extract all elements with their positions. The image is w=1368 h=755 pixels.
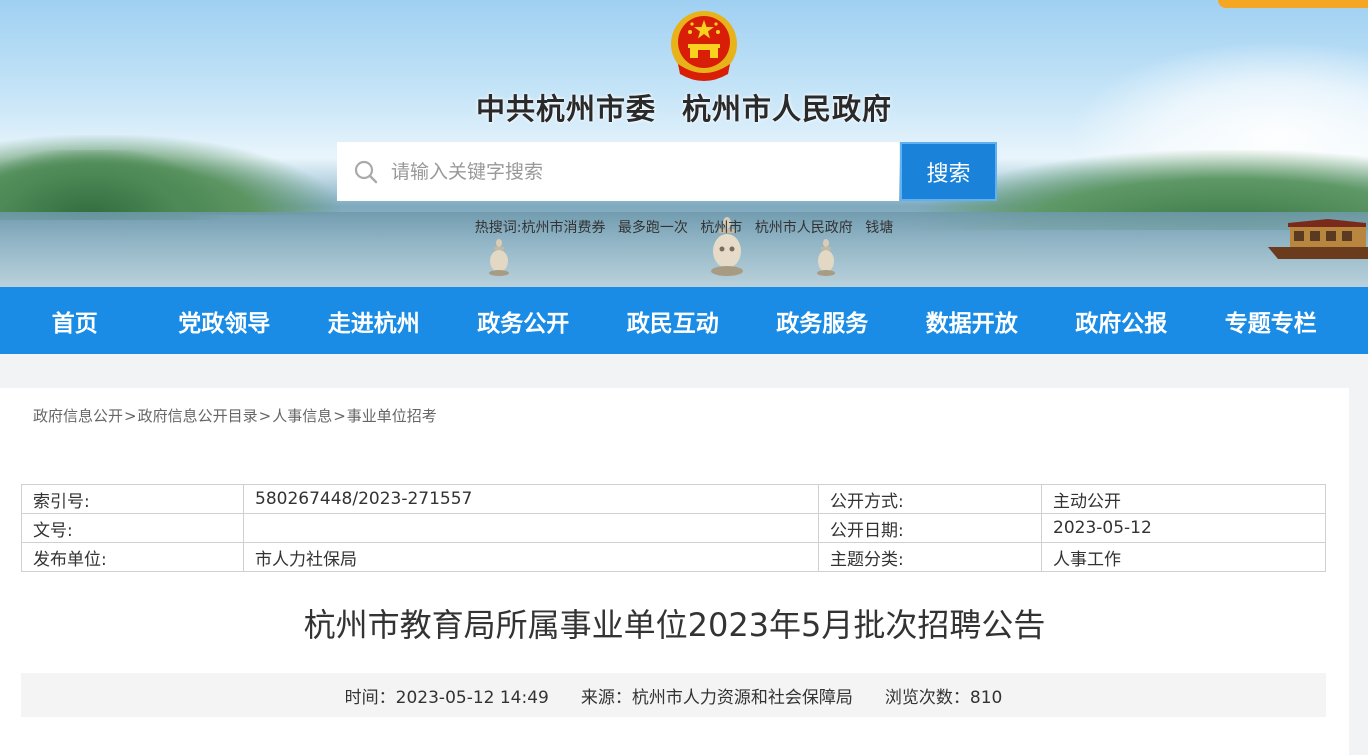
meta-label: 索引号: [21, 484, 244, 514]
top-right-tab[interactable] [1218, 0, 1368, 8]
breadcrumb-link[interactable]: 人事信息 [272, 407, 332, 425]
nav-item-leadership[interactable]: 党政领导 [150, 304, 300, 338]
stone-pagoda-icon [817, 239, 835, 276]
article-title: 杭州市教育局所属事业单位2023年5月批次招聘公告 [303, 606, 1046, 644]
article-info-bar: 时间：2023-05-12 14:49 来源：杭州市人力资源和社会保障局 浏览次… [21, 673, 1326, 717]
search-box [337, 142, 899, 201]
meta-label: 文号: [21, 513, 244, 543]
hot-words: 热搜词:杭州市消费券 最多跑一次 杭州市 杭州市人民政府 钱塘 [0, 217, 1368, 237]
stone-pagoda-icon [489, 239, 509, 276]
document-meta-table: 索引号: 580267448/2023-271557 公开方式: 主动公开 文号… [21, 484, 1326, 572]
meta-value: 市人力社保局 [243, 542, 819, 572]
header-banner: 中共杭州市委杭州市人民政府 搜索 热搜词:杭州市消费券 最多跑一次 杭州市 杭州… [0, 0, 1368, 287]
hot-word-link[interactable]: 钱塘 [865, 220, 893, 236]
hot-word-link[interactable]: 杭州市 [700, 220, 742, 236]
article-container: 政府信息公开>政府信息公开目录>人事信息>事业单位招考 索引号: 5802674… [0, 388, 1349, 755]
hot-word-link[interactable]: 杭州市消费券 [521, 220, 605, 236]
banner-trees-left [0, 150, 220, 220]
search-input[interactable] [389, 159, 873, 184]
breadcrumb-separator: > [333, 407, 346, 425]
view-count: 浏览次数：810 [884, 687, 1003, 708]
hot-word-link[interactable]: 杭州市人民政府 [755, 220, 853, 236]
national-emblem-icon [671, 11, 737, 81]
breadcrumb: 政府信息公开>政府信息公开目录>人事信息>事业单位招考 [33, 405, 437, 426]
meta-label: 主题分类: [818, 542, 1042, 572]
breadcrumb-separator: > [124, 407, 137, 425]
meta-value [243, 513, 819, 543]
nav-item-about-hangzhou[interactable]: 走进杭州 [299, 304, 449, 338]
table-row: 发布单位: 市人力社保局 主题分类: 人事工作 [21, 542, 1326, 572]
nav-item-gazette[interactable]: 政府公报 [1047, 304, 1197, 338]
nav-item-home[interactable]: 首页 [0, 304, 150, 338]
meta-value: 人事工作 [1041, 542, 1326, 572]
meta-label: 公开方式: [818, 484, 1042, 514]
meta-label: 公开日期: [818, 513, 1042, 543]
main-nav: 首页 党政领导 走进杭州 政务公开 政民互动 政务服务 数据开放 政府公报 专题… [0, 287, 1368, 354]
hot-word-link[interactable]: 最多跑一次 [618, 220, 688, 236]
breadcrumb-link[interactable]: 事业单位招考 [347, 407, 437, 425]
publish-time: 时间：2023-05-12 14:49 [344, 687, 549, 708]
site-title-government: 杭州市人民政府 [682, 92, 893, 126]
meta-value: 2023-05-12 [1041, 513, 1326, 543]
meta-value: 主动公开 [1041, 484, 1326, 514]
search-button[interactable]: 搜索 [900, 142, 997, 201]
breadcrumb-separator: > [258, 407, 272, 425]
table-row: 索引号: 580267448/2023-271557 公开方式: 主动公开 [21, 484, 1326, 514]
site-title-party: 中共杭州市委 [475, 92, 656, 126]
breadcrumb-link[interactable]: 政府信息公开 [33, 407, 123, 425]
nav-item-open-data[interactable]: 数据开放 [897, 304, 1047, 338]
nav-item-interaction[interactable]: 政民互动 [598, 304, 748, 338]
meta-value: 580267448/2023-271557 [243, 484, 819, 514]
breadcrumb-link[interactable]: 政府信息公开目录 [138, 407, 258, 425]
nav-item-special-topics[interactable]: 专题专栏 [1196, 304, 1346, 338]
hot-words-label: 热搜词: [474, 220, 522, 236]
nav-item-services[interactable]: 政务服务 [748, 304, 898, 338]
nav-item-government-affairs[interactable]: 政务公开 [449, 304, 599, 338]
meta-label: 发布单位: [21, 542, 244, 572]
table-row: 文号: 公开日期: 2023-05-12 [21, 513, 1326, 543]
site-title: 中共杭州市委 杭州市人民政府 [0, 86, 1368, 128]
search-icon [353, 159, 379, 185]
article-source: 来源：杭州市人力资源和社会保障局 [580, 687, 853, 708]
